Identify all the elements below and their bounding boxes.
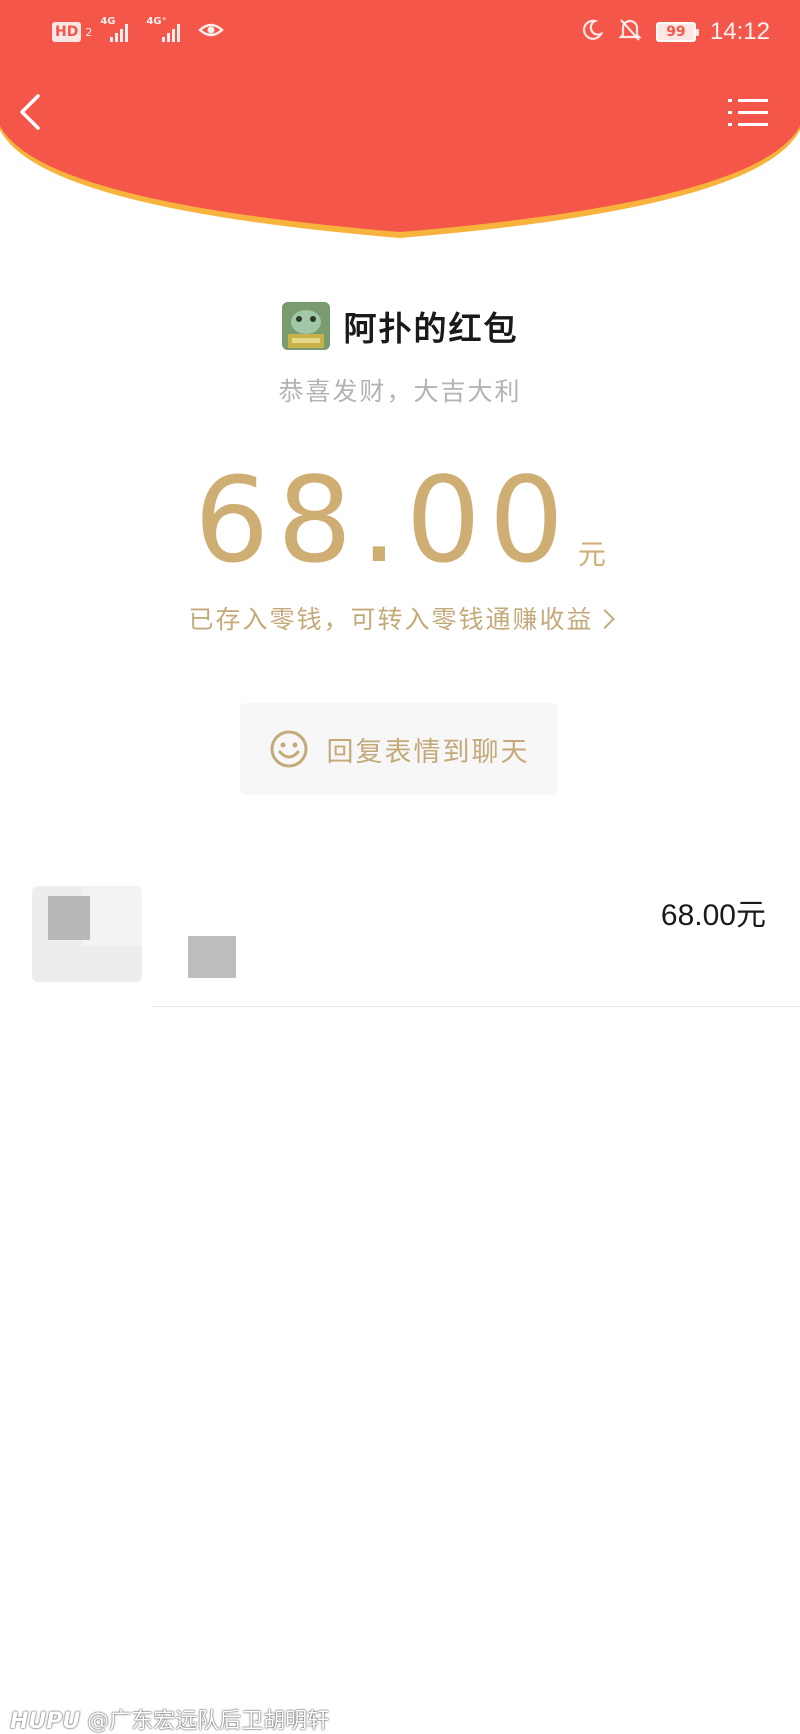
reply-sticker-button[interactable]: 回复表情到聊天 bbox=[240, 703, 558, 795]
watermark-text: @广东宏远队后卫胡明轩 bbox=[87, 1709, 330, 1734]
status-left: HD 2 4G 4G⁺ bbox=[52, 16, 225, 44]
signal-2-icon: 4G⁺ bbox=[146, 16, 184, 42]
sender-info: 阿扑的红包 bbox=[0, 302, 800, 350]
wallet-link[interactable]: 已存入零钱，可转入零钱通赚收益 bbox=[0, 600, 800, 636]
wallet-link-text: 已存入零钱，可转入零钱通赚收益 bbox=[188, 605, 594, 634]
moon-icon bbox=[580, 18, 604, 46]
reply-button-label: 回复表情到聊天 bbox=[326, 736, 530, 768]
amount-display: 68.00 元 bbox=[0, 455, 800, 585]
row-divider bbox=[152, 1006, 800, 1007]
receiver-name-redacted bbox=[188, 936, 236, 978]
sender-avatar bbox=[281, 302, 330, 350]
receiver-record-row[interactable]: 68.00元 bbox=[0, 880, 800, 1008]
signal-1-icon: 4G bbox=[100, 16, 130, 42]
red-packet-detail-page: HD 2 4G 4G⁺ 99 14:12 阿扑的红包 恭喜发财，大吉大利 68.… bbox=[0, 0, 800, 1734]
hd-badge: HD bbox=[52, 22, 82, 42]
signal-2-label: 4G⁺ bbox=[146, 16, 167, 27]
list-menu-icon bbox=[728, 99, 768, 126]
sim-slot: 2 bbox=[85, 25, 93, 39]
back-button[interactable] bbox=[16, 92, 46, 132]
sender-name: 阿扑的红包 bbox=[343, 309, 519, 348]
blessing-text: 恭喜发财，大吉大利 bbox=[278, 377, 522, 406]
receiver-avatar bbox=[32, 886, 142, 982]
watermark: HUPU @广东宏远队后卫胡明轩 bbox=[10, 1703, 329, 1734]
smiley-icon bbox=[270, 730, 307, 768]
clock: 14:12 bbox=[709, 18, 770, 45]
chevron-left-icon bbox=[20, 94, 40, 130]
signal-1-label: 4G bbox=[100, 16, 116, 27]
status-bar: HD 2 4G 4G⁺ 99 14:12 bbox=[0, 0, 800, 66]
watermark-brand: HUPU bbox=[10, 1709, 81, 1734]
bell-off-icon bbox=[618, 17, 642, 47]
receiver-amount: 68.00元 bbox=[660, 899, 766, 932]
status-right: 99 14:12 bbox=[580, 17, 770, 47]
chevron-right-icon bbox=[594, 609, 615, 629]
red-header: HD 2 4G 4G⁺ 99 14:12 bbox=[0, 0, 800, 240]
amount-value: 68.00 bbox=[194, 451, 572, 589]
battery-icon: 99 bbox=[655, 22, 699, 42]
more-menu-button[interactable] bbox=[728, 97, 768, 129]
eye-comfort-icon bbox=[198, 20, 225, 44]
amount-unit: 元 bbox=[577, 538, 606, 571]
